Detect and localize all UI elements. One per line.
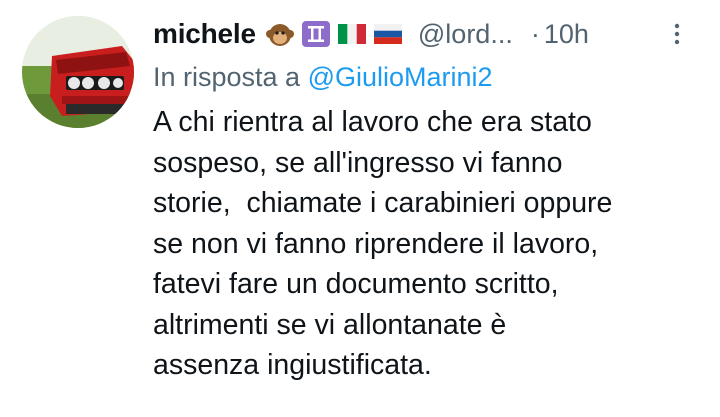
tweet-timestamp[interactable]: 10h xyxy=(544,19,589,50)
gemini-emoji-icon xyxy=(301,21,330,47)
tweet[interactable]: michele @lord... · 10h In risposta a @Gi… xyxy=(0,0,720,417)
russia-flag-icon xyxy=(373,24,402,44)
car-avatar-image xyxy=(22,16,134,128)
italy-flag-icon xyxy=(337,24,366,44)
user-handle[interactable]: @lord... xyxy=(418,19,513,50)
name-badges xyxy=(264,20,404,48)
display-name[interactable]: michele xyxy=(153,18,256,50)
tweet-header: michele @lord... · 10h xyxy=(153,14,708,54)
tweet-text: A chi rientra al lavoro che era stato so… xyxy=(153,106,613,381)
more-vertical-icon[interactable] xyxy=(672,22,682,46)
reply-to-mention[interactable]: @GiulioMarini2 xyxy=(308,62,493,92)
reply-context: In risposta a @GiulioMarini2 xyxy=(153,58,708,96)
monkey-emoji-icon xyxy=(265,24,294,46)
reply-prefix: In risposta a xyxy=(153,62,301,92)
tweet-content: michele @lord... · 10h In risposta a @Gi… xyxy=(153,14,708,386)
separator-dot: · xyxy=(530,18,540,49)
avatar[interactable] xyxy=(22,16,134,128)
